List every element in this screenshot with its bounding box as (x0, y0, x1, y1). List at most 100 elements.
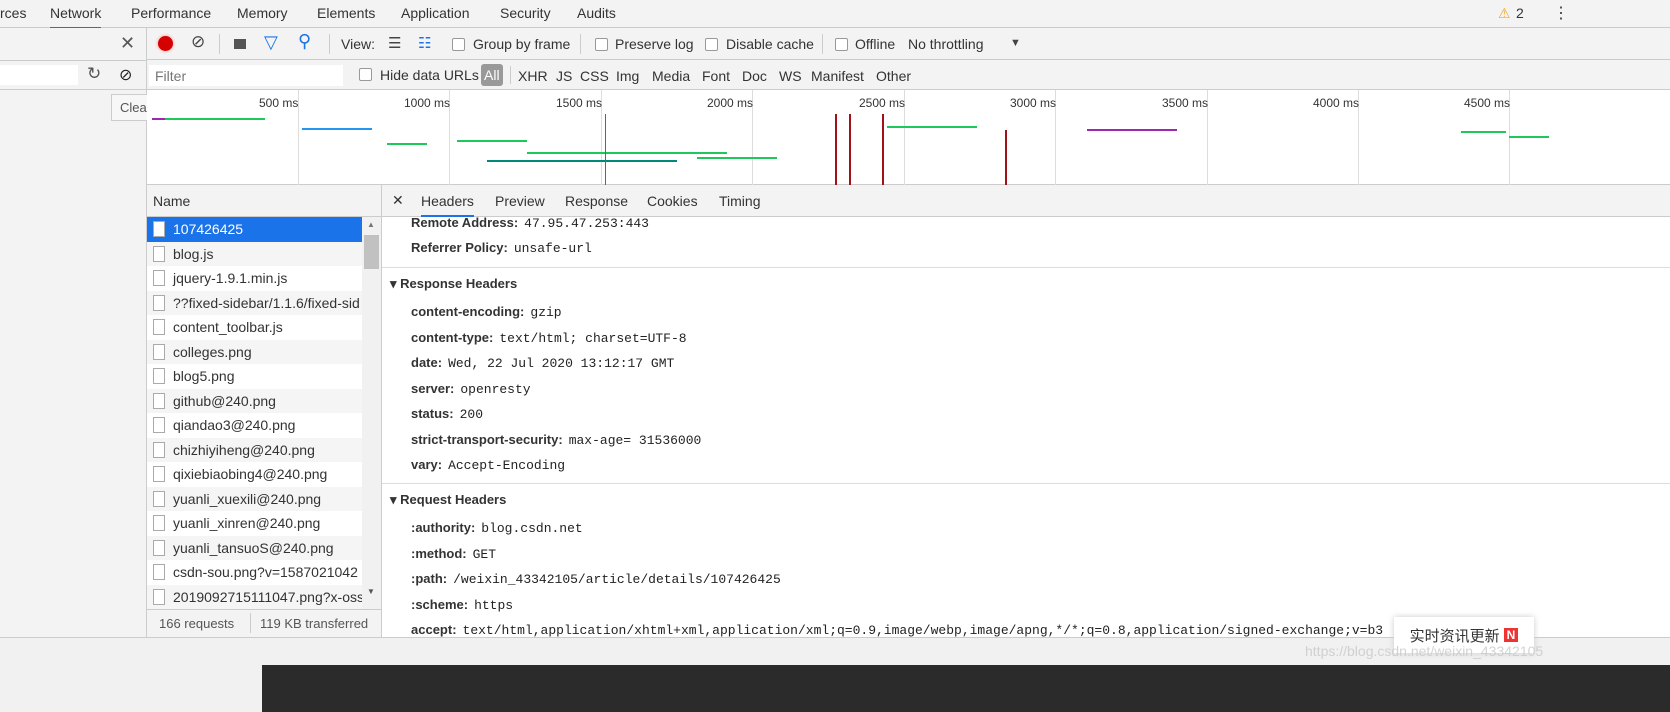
hide-data-urls-checkbox[interactable] (359, 68, 372, 81)
tab-headers[interactable]: Headers (421, 193, 474, 217)
request-row[interactable]: chizhiyiheng@240.png (147, 437, 362, 462)
tab-response[interactable]: Response (565, 193, 628, 209)
expand-triangle-icon: ▾ (390, 276, 401, 291)
tab-sources[interactable]: rces (0, 5, 26, 21)
clear-button[interactable]: ⊘ (191, 32, 205, 52)
request-row[interactable]: yuanli_xinren@240.png (147, 511, 362, 536)
request-row[interactable]: github@240.png (147, 388, 362, 413)
request-row[interactable]: colleges.png (147, 339, 362, 364)
header-key: content-encoding: (411, 304, 525, 319)
header-key: :authority: (411, 520, 476, 535)
type-filter-manifest[interactable]: Manifest (811, 68, 864, 84)
header-value: GET (472, 546, 497, 562)
request-row[interactable]: blog.js (147, 241, 362, 266)
record-button[interactable] (158, 36, 173, 51)
request-row[interactable]: qiandao3@240.png (147, 413, 362, 438)
timeline-overview[interactable]: 500 ms 1000 ms 1500 ms 2000 ms 2500 ms 3… (147, 90, 1670, 185)
tab-memory[interactable]: Memory (237, 5, 288, 21)
request-row[interactable]: yuanli_tansuoS@240.png (147, 535, 362, 560)
request-row[interactable]: 2019092715111047.png?x-oss (147, 584, 362, 609)
tab-network[interactable]: Network (50, 5, 102, 29)
type-filter-all[interactable]: All (481, 64, 503, 86)
request-row[interactable]: 107426425 (147, 217, 362, 242)
request-headers-section[interactable]: ▾ Request Headers (382, 483, 1670, 508)
type-filter-css[interactable]: CSS (580, 68, 609, 84)
request-row[interactable]: ??fixed-sidebar/1.1.6/fixed-sid (147, 290, 362, 315)
request-row[interactable]: blog5.png (147, 364, 362, 389)
tab-elements[interactable]: Elements (317, 5, 375, 21)
domcontentloaded-line (605, 114, 606, 185)
request-name: chizhiyiheng@240.png (173, 441, 315, 458)
header-line: accept: text/html,application/xhtml+xml,a… (411, 622, 1383, 637)
transferred-size: 119 KB transferred (260, 616, 369, 631)
header-line: :method: GET (411, 546, 496, 562)
file-icon (153, 564, 165, 581)
type-filter-other[interactable]: Other (876, 68, 911, 84)
panel-tab-bar: rces Network Performance Memory Elements… (0, 0, 1670, 29)
header-value: unsafe-url (513, 241, 592, 256)
header-value: /weixin_43342105/article/details/1074264… (453, 572, 781, 587)
tab-cookies[interactable]: Cookies (647, 193, 698, 209)
hide-data-urls-label: Hide data URLs (380, 67, 479, 83)
tab-timing[interactable]: Timing (719, 193, 761, 209)
filter-icon[interactable]: ▽ (264, 32, 278, 53)
offline-label: Offline (855, 36, 896, 52)
type-filter-media[interactable]: Media (652, 68, 690, 84)
offline-checkbox[interactable] (835, 38, 848, 51)
large-rows-view-icon[interactable]: ☰ (388, 34, 401, 52)
type-filter-js[interactable]: JS (556, 68, 572, 84)
chevron-down-icon[interactable]: ▼ (1010, 37, 1021, 49)
view-label: View: (341, 36, 375, 52)
file-icon (153, 245, 165, 262)
tick-label: 2000 ms (707, 96, 754, 110)
disable-cache-checkbox[interactable] (705, 38, 718, 51)
header-line: date: Wed, 22 Jul 2020 13:12:17 GMT (411, 355, 674, 371)
search-icon[interactable]: ⚲ (298, 31, 311, 52)
close-icon[interactable]: ✕ (120, 33, 135, 54)
type-filter-font[interactable]: Font (702, 68, 730, 84)
more-menu-icon[interactable]: ⋮ (1553, 3, 1569, 23)
header-value: blog.csdn.net (481, 521, 583, 536)
header-line: status: 200 (411, 406, 483, 422)
tab-security[interactable]: Security (500, 5, 551, 21)
waterfall-view-icon[interactable]: ☷ (418, 34, 431, 52)
type-filter-xhr[interactable]: XHR (518, 68, 548, 84)
throttling-select[interactable]: No throttling (908, 36, 983, 52)
clear-icon[interactable]: ⊘ (119, 65, 132, 85)
group-by-frame-checkbox[interactable] (452, 38, 465, 51)
refresh-icon[interactable]: ↻ (87, 64, 101, 84)
request-row[interactable]: qixiebiaobing4@240.png (147, 462, 362, 487)
tab-application[interactable]: Application (401, 5, 470, 21)
name-column-header[interactable]: Name (147, 185, 382, 217)
type-filter-img[interactable]: Img (616, 68, 639, 84)
response-headers-section[interactable]: ▾ Response Headers (382, 267, 1670, 292)
filter-input[interactable] (149, 65, 343, 86)
warning-icon[interactable]: ⚠ (1498, 5, 1511, 22)
waterfall-bar (887, 126, 977, 128)
status-bar: 166 requests 119 KB transferred (147, 609, 382, 637)
header-value: 200 (459, 407, 484, 422)
header-key: status: (411, 406, 454, 421)
request-row[interactable]: csdn-sou.png?v=1587021042 (147, 560, 362, 585)
request-row[interactable]: content_toolbar.js (147, 315, 362, 340)
request-row[interactable]: jquery-1.9.1.min.js (147, 266, 362, 291)
close-details-icon[interactable]: ✕ (392, 192, 404, 209)
section-title: Response Headers (400, 276, 518, 291)
header-line: strict-transport-security: max-age= 31536… (411, 432, 701, 448)
drawer-search-input[interactable] (0, 65, 78, 85)
waterfall-bar (152, 118, 165, 120)
group-by-frame-label: Group by frame (473, 36, 571, 52)
preserve-log-checkbox[interactable] (595, 38, 608, 51)
tab-performance[interactable]: Performance (131, 5, 211, 21)
tick-label: 4500 ms (1464, 96, 1511, 110)
screenshot-camera-icon[interactable] (234, 39, 246, 49)
header-value: https (474, 597, 514, 613)
request-list-scrollbar[interactable]: ▲ ▼ (362, 217, 382, 609)
type-filter-doc[interactable]: Doc (742, 68, 767, 84)
tab-preview[interactable]: Preview (495, 193, 545, 209)
tab-audits[interactable]: Audits (577, 5, 616, 21)
request-row[interactable]: yuanli_xuexili@240.png (147, 486, 362, 511)
tick-label: 1500 ms (556, 96, 603, 110)
type-filter-ws[interactable]: WS (779, 68, 802, 84)
request-name: 107426425 (173, 221, 244, 238)
